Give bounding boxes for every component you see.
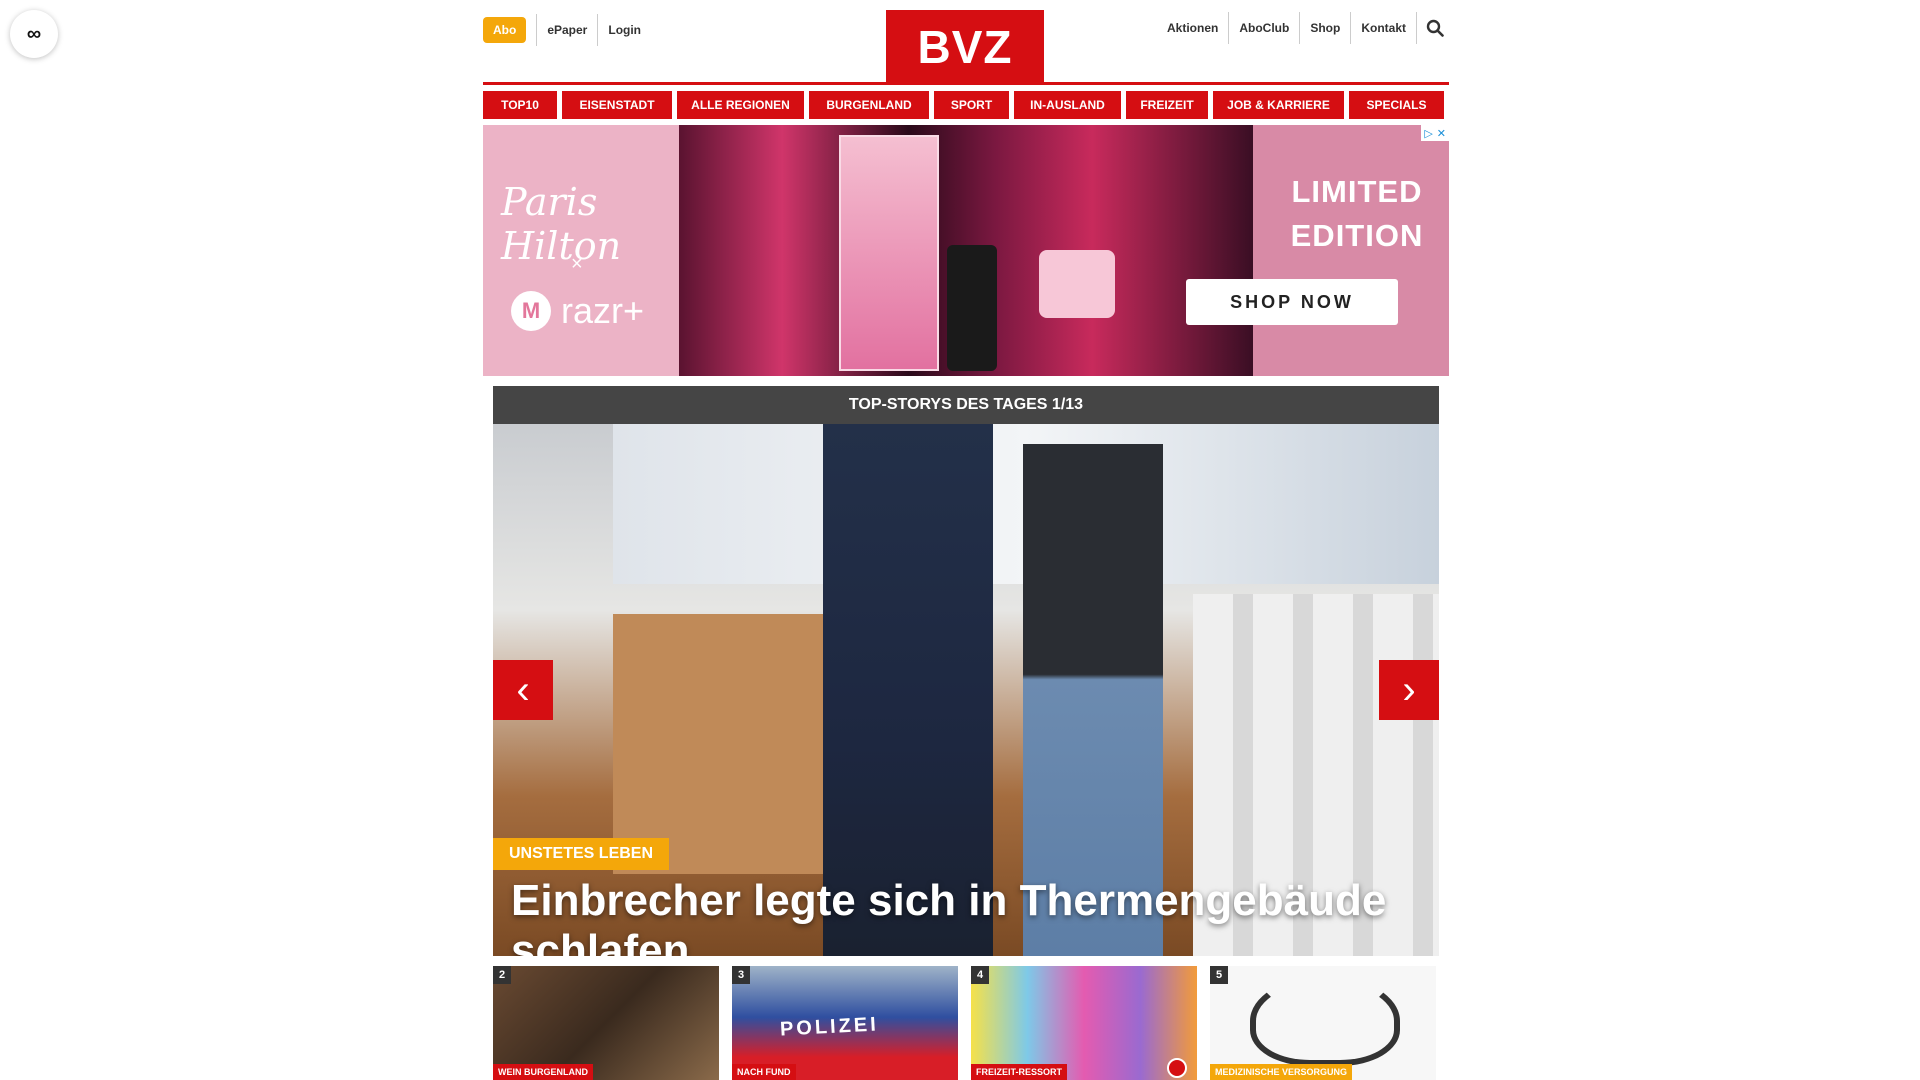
image-desk — [613, 614, 823, 874]
thumbnail-3[interactable]: POLIZEI 3 NACH FUND — [732, 966, 958, 1080]
top-left-links: Abo ePaper Login — [483, 14, 651, 46]
login-link[interactable]: Login — [598, 14, 651, 46]
stethoscope-image — [1250, 976, 1400, 1066]
nav-eisenstadt[interactable]: EISENSTADT — [562, 91, 672, 119]
chevron-right-icon: › — [1402, 667, 1416, 712]
advertisement-banner[interactable]: Paris Hilton × M razr+ LIMITED EDITION S… — [483, 125, 1449, 376]
story-thumbnails: 2 WEIN BURGENLAND POLIZEI 3 NACH FUND 4 … — [493, 966, 1439, 1080]
story-title[interactable]: Einbrecher legte sich in Thermengebäude … — [511, 876, 1421, 956]
motorola-icon: M — [511, 291, 551, 331]
razr-logo: M razr+ — [511, 290, 644, 332]
thumbnail-tag: MEDIZINISCHE VERSORGUNG — [1210, 1064, 1353, 1080]
ad-product-box — [839, 135, 939, 371]
header-divider — [483, 82, 1449, 85]
main-navigation: TOP10 EISENSTADT ALLE REGIONEN BURGENLAN… — [483, 91, 1449, 119]
abo-button[interactable]: Abo — [483, 17, 527, 43]
infinity-icon: ∞ — [26, 22, 42, 45]
thumbnail-number: 5 — [1210, 966, 1229, 984]
shop-link[interactable]: Shop — [1300, 12, 1352, 44]
nav-alle-regionen[interactable]: ALLE REGIONEN — [677, 91, 804, 119]
ad-headline-line1: LIMITED — [1291, 174, 1423, 209]
page-container: Abo ePaper Login BVZ Aktionen AboClub Sh… — [483, 0, 1449, 1080]
thumbnail-4[interactable]: 4 FREIZEIT-RESSORT — [971, 966, 1197, 1080]
nav-job-karriere[interactable]: JOB & KARRIERE — [1213, 91, 1344, 119]
next-arrow-button[interactable]: › — [1379, 660, 1439, 720]
premium-badge-icon — [1167, 1058, 1187, 1078]
thumbnail-tag: WEIN BURGENLAND — [493, 1064, 593, 1080]
top-stories-heading: TOP-STORYS DES TAGES 1/13 — [493, 386, 1439, 424]
top-right-links: Aktionen AboClub Shop Kontakt — [1157, 12, 1449, 44]
top-bar: Abo ePaper Login BVZ Aktionen AboClub Sh… — [483, 0, 1449, 85]
top-stories-slider: TOP-STORYS DES TAGES 1/13 ‹ › UNSTETES L… — [493, 386, 1439, 956]
nav-burgenland[interactable]: BURGENLAND — [809, 91, 929, 119]
thumbnail-tag: FREIZEIT-RESSORT — [971, 1064, 1068, 1080]
nav-top10[interactable]: TOP10 — [483, 91, 557, 119]
thumbnail-2[interactable]: 2 WEIN BURGENLAND — [493, 966, 719, 1080]
thumbnail-number: 4 — [971, 966, 990, 984]
bvz-logo[interactable]: BVZ — [886, 10, 1044, 84]
shop-now-button[interactable]: SHOP NOW — [1186, 279, 1398, 325]
ad-brand-panel: Paris Hilton × M razr+ — [483, 125, 679, 376]
thumbnail-5[interactable]: 5 MEDIZINISCHE VERSORGUNG — [1210, 966, 1436, 1080]
epaper-link[interactable]: ePaper — [536, 14, 599, 46]
ad-phone — [947, 245, 997, 371]
ad-headline: LIMITED EDITION — [1287, 170, 1427, 258]
nav-freizeit[interactable]: FREIZEIT — [1126, 91, 1208, 119]
ad-bag — [1039, 250, 1115, 318]
ad-product-image — [679, 125, 1253, 376]
kontakt-link[interactable]: Kontakt — [1351, 12, 1417, 44]
thumbnail-tag: NACH FUND — [732, 1064, 796, 1080]
polizei-text: POLIZEI — [779, 1013, 880, 1041]
story-tag: UNSTETES LEBEN — [493, 838, 670, 870]
story-image[interactable]: ‹ › UNSTETES LEBEN Einbrecher legte sich… — [493, 424, 1439, 956]
paris-hilton-logo: Paris Hilton — [501, 180, 622, 268]
nav-sport[interactable]: SPORT — [934, 91, 1009, 119]
aboclub-link[interactable]: AboClub — [1229, 12, 1301, 44]
ad-headline-line2: EDITION — [1290, 218, 1424, 253]
prev-arrow-button[interactable]: ‹ — [493, 660, 553, 720]
ad-collab-x: × — [571, 253, 583, 275]
chevron-left-icon: ‹ — [516, 667, 530, 712]
thumbnail-number: 3 — [732, 966, 751, 984]
razr-text: razr+ — [561, 290, 645, 331]
accessibility-button[interactable]: ∞ — [10, 10, 58, 58]
nav-in-ausland[interactable]: IN-AUSLAND — [1014, 91, 1121, 119]
search-icon[interactable] — [1421, 12, 1449, 44]
ad-cta-panel: LIMITED EDITION SHOP NOW ▷ ✕ — [1186, 125, 1449, 376]
thumbnail-number: 2 — [493, 966, 512, 984]
nav-specials[interactable]: SPECIALS — [1349, 91, 1444, 119]
adchoices-icon[interactable]: ▷ ✕ — [1421, 125, 1449, 141]
aktionen-link[interactable]: Aktionen — [1157, 12, 1230, 44]
